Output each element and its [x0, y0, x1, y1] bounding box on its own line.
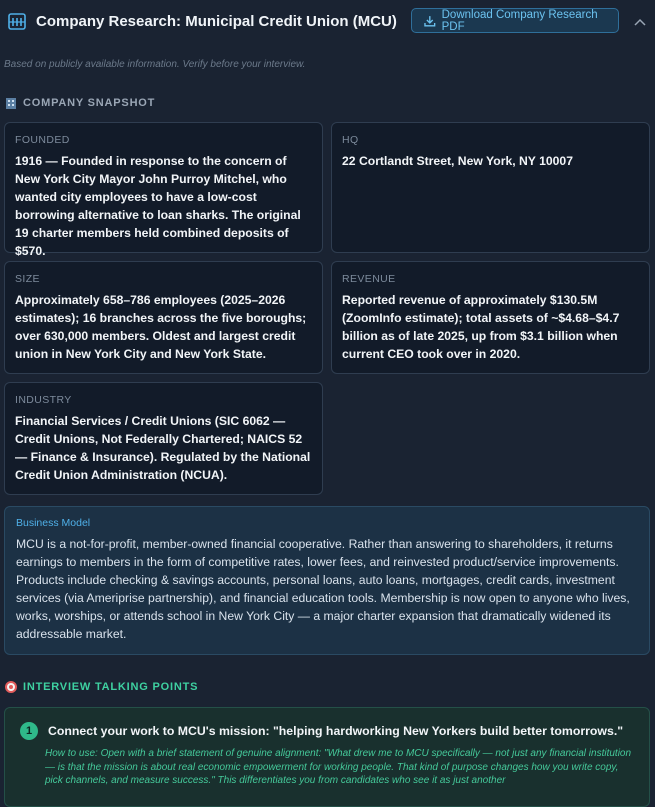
download-pdf-label: Download Company Research PDF: [441, 8, 598, 33]
disclaimer: Based on publicly available information.…: [4, 59, 306, 70]
talking-point-how-to: How to use: Open with a brief statement …: [45, 748, 632, 786]
founded-value: 1916 — Founded in response to the concer…: [15, 154, 301, 258]
talking-points-section-title: INTERVIEW TALKING POINTS: [4, 680, 198, 694]
hq-label: HQ: [342, 134, 359, 146]
talking-point-heading: Connect your work to MCU's mission: "hel…: [48, 724, 624, 738]
industry-label: INDUSTRY: [15, 394, 72, 406]
hq-value: 22 Cortlandt Street, New York, NY 10007: [342, 154, 573, 168]
size-card: SIZE Approximately 658–786 employees (20…: [4, 261, 323, 374]
download-icon: [424, 15, 436, 27]
revenue-value: Reported revenue of approximately $130.5…: [342, 293, 620, 361]
snapshot-title-text: COMPANY SNAPSHOT: [23, 97, 156, 109]
talking-point-number-badge: 1: [20, 722, 38, 740]
document-icon: [8, 13, 26, 30]
talking-point-header: 1 Connect your work to MCU's mission: "h…: [17, 722, 637, 740]
business-model-text: MCU is a not-for-profit, member-owned fi…: [16, 537, 630, 641]
size-label: SIZE: [15, 273, 40, 285]
revenue-label: REVENUE: [342, 273, 396, 285]
business-model-label: Business Model: [16, 517, 91, 529]
hq-card: HQ 22 Cortlandt Street, New York, NY 100…: [331, 122, 650, 253]
revenue-card: REVENUE Reported revenue of approximatel…: [331, 261, 650, 374]
business-model-panel: Business Model MCU is a not-for-profit, …: [4, 506, 650, 655]
size-value: Approximately 658–786 employees (2025–20…: [15, 293, 307, 361]
building-icon: [6, 98, 16, 109]
snapshot-section-title: COMPANY SNAPSHOT: [4, 96, 155, 110]
industry-card: INDUSTRY Financial Services / Credit Uni…: [4, 382, 323, 495]
talking-points-title-text: INTERVIEW TALKING POINTS: [23, 681, 199, 693]
industry-value: Financial Services / Credit Unions (SIC …: [15, 414, 311, 482]
founded-card: FOUNDED 1916 — Founded in response to th…: [4, 122, 323, 258]
page-title: Company Research: Municipal Credit Union…: [36, 12, 397, 30]
collapse-button[interactable]: [630, 12, 650, 32]
target-icon: [5, 681, 17, 693]
talking-point-item: 1 Connect your work to MCU's mission: "h…: [4, 707, 650, 807]
download-pdf-button[interactable]: Download Company Research PDF: [411, 8, 619, 33]
chevron-up-icon: [634, 18, 646, 26]
founded-label: FOUNDED: [15, 134, 70, 146]
